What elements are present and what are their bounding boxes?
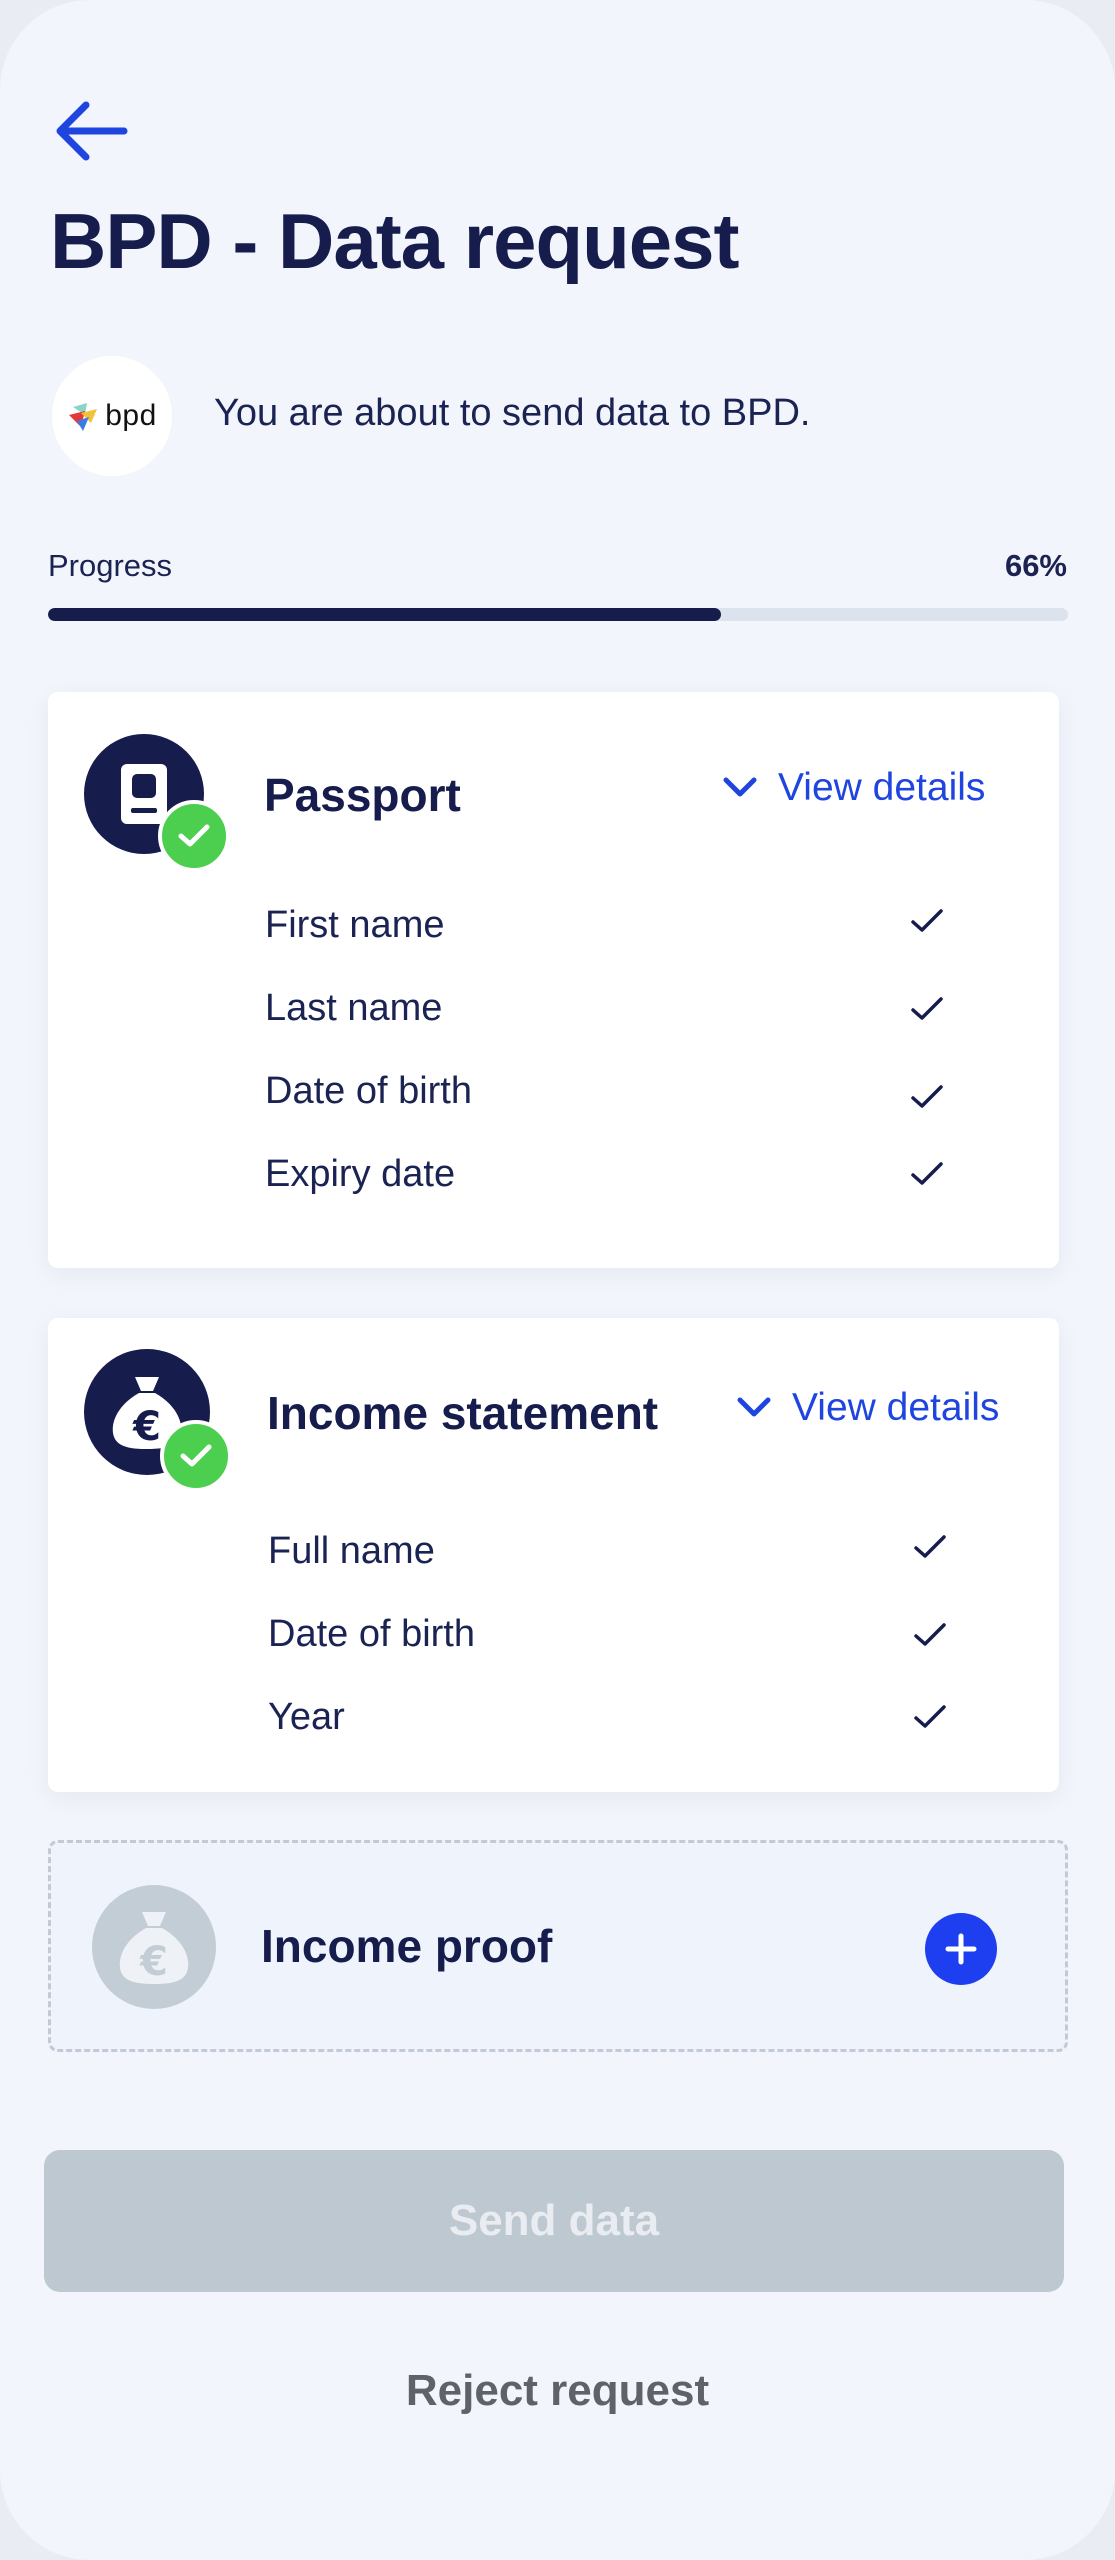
reject-request-button[interactable]: Reject request xyxy=(0,2366,1115,2416)
income-statement-view-details-button[interactable]: View details xyxy=(736,1386,999,1430)
field-row: Full name xyxy=(48,1530,1059,1590)
check-icon xyxy=(911,1162,943,1185)
plus-icon xyxy=(945,1933,977,1965)
field-label: First name xyxy=(265,904,445,946)
check-icon xyxy=(914,1623,946,1646)
view-details-label: View details xyxy=(778,766,986,809)
field-label: Date of birth xyxy=(265,1070,472,1112)
field-row: Date of birth xyxy=(48,1613,1059,1673)
chevron-down-icon xyxy=(737,1397,771,1417)
check-icon xyxy=(911,909,943,932)
passport-title: Passport xyxy=(264,769,461,821)
field-row: Date of birth xyxy=(48,1070,1059,1130)
money-bag-euro-icon: € xyxy=(92,1885,216,2009)
progress-percent: 66% xyxy=(1004,548,1067,583)
page-title: BPD - Data request xyxy=(50,197,739,285)
requester-logo: bpd xyxy=(52,356,172,476)
progress-label: Progress xyxy=(48,548,173,583)
arrow-left-icon xyxy=(56,101,128,161)
check-badge-icon xyxy=(158,800,230,872)
income-proof-title: Income proof xyxy=(261,1920,553,1972)
check-icon xyxy=(911,997,943,1020)
svg-text:€: € xyxy=(132,1404,161,1450)
check-icon xyxy=(911,1085,943,1108)
income-statement-title: Income statement xyxy=(267,1387,659,1439)
request-message: You are about to send data to BPD. xyxy=(214,392,811,434)
view-details-label: View details xyxy=(792,1386,1000,1429)
field-row: Expiry date xyxy=(48,1153,1059,1213)
check-icon xyxy=(914,1705,946,1728)
chevron-down-icon xyxy=(723,777,757,797)
send-data-button[interactable]: Send data xyxy=(44,2150,1064,2292)
logo-text: bpd xyxy=(105,399,157,432)
svg-text:€: € xyxy=(139,1939,168,1985)
check-icon xyxy=(914,1535,946,1558)
progress-bar xyxy=(48,608,1068,621)
field-row: Last name xyxy=(48,987,1059,1047)
screen: BPD - Data request bpd You are about to … xyxy=(0,0,1115,2560)
bpd-logo-icon xyxy=(69,403,98,431)
add-income-proof-button[interactable] xyxy=(925,1913,997,1985)
passport-card: Passport View details First name Last na… xyxy=(48,692,1059,1268)
field-row: First name xyxy=(48,904,1059,964)
field-label: Last name xyxy=(265,987,443,1029)
check-badge-icon xyxy=(160,1420,232,1492)
progress-bar-fill xyxy=(48,608,722,621)
income-statement-card: € Income statement View details Full nam… xyxy=(48,1318,1059,1792)
field-label: Date of birth xyxy=(268,1613,475,1655)
field-label: Expiry date xyxy=(265,1153,456,1195)
field-label: Full name xyxy=(268,1530,435,1572)
field-row: Year xyxy=(48,1696,1059,1756)
passport-view-details-button[interactable]: View details xyxy=(722,766,985,810)
back-button[interactable] xyxy=(48,92,132,170)
field-label: Year xyxy=(268,1696,345,1738)
income-proof-card[interactable]: € Income proof xyxy=(48,1840,1068,2052)
